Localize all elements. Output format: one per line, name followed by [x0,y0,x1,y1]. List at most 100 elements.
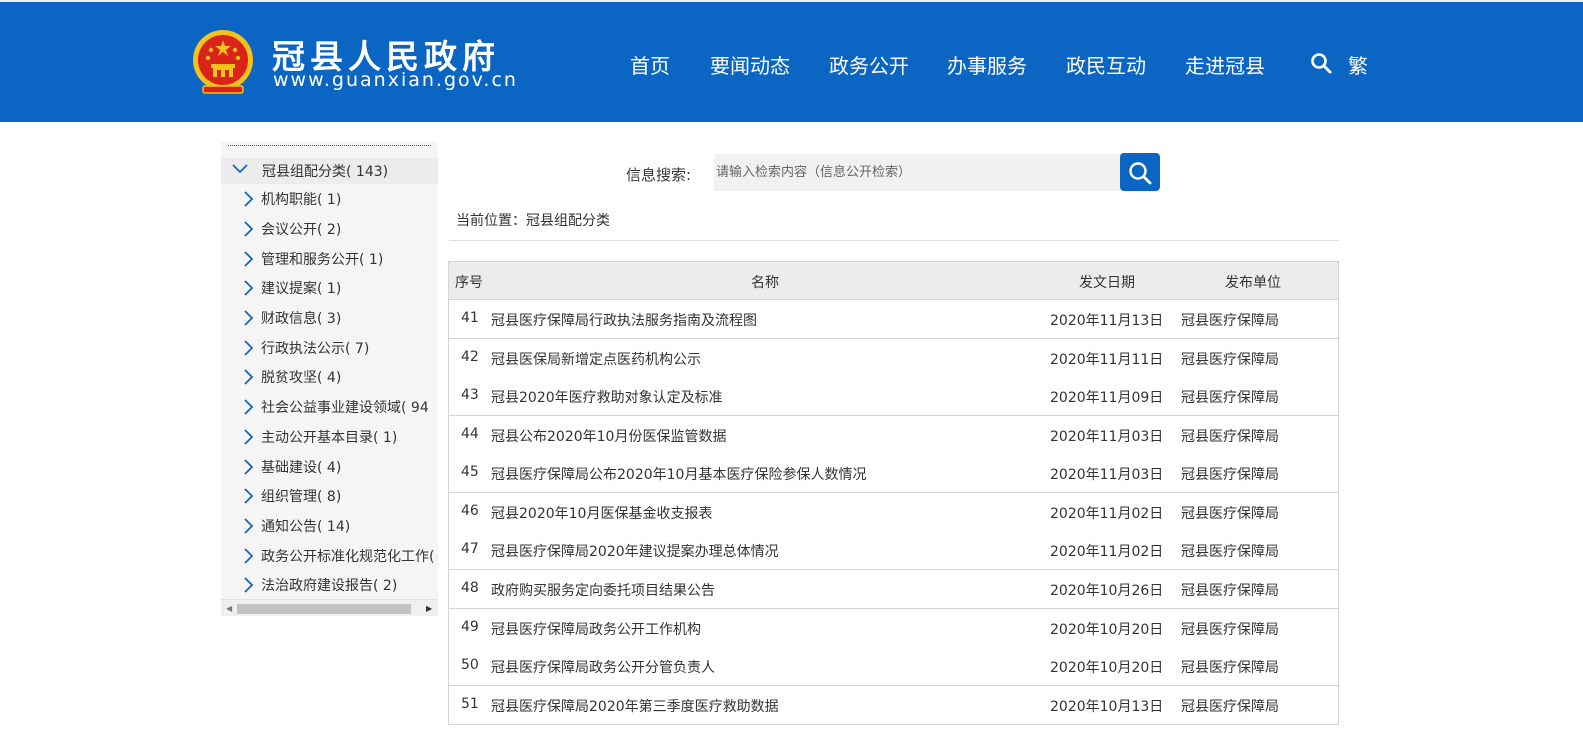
row-seq: 49 [461,619,479,635]
chevron-right-icon [244,399,254,415]
row-unit: 冠县医疗保障局 [1181,390,1279,406]
table-row[interactable]: 51 冠县医疗保障局2020年第三季度医疗救助数据 2020年10月13日 冠县… [448,686,1339,725]
header-unit: 发布单位 [1225,275,1281,291]
nav-gov-affairs[interactable]: 政务公开 [829,50,909,79]
tree-item[interactable]: 法治政府建设报告( 2) [221,572,438,598]
chevron-right-icon [244,518,254,534]
chevron-right-icon [244,548,254,564]
tree-item[interactable]: 脱贫攻坚( 4) [221,364,438,390]
row-title-link[interactable]: 冠县医疗保障局公布2020年10月基本医疗保险参保人数情况 [491,464,866,484]
header-date: 发文日期 [1079,275,1135,291]
tree-item-label: 通知公告( 14) [261,519,351,535]
table-row[interactable]: 41 冠县医疗保障局行政执法服务指南及流程图 2020年11月13日 冠县医疗保… [448,300,1339,339]
scrollbar-thumb[interactable] [237,604,411,614]
row-title-link[interactable]: 政府购买服务定向委托项目结果公告 [491,580,715,600]
tree-item[interactable]: 行政执法公示( 7) [221,335,438,361]
info-search-button[interactable] [1120,153,1160,191]
table-row[interactable]: 50 冠县医疗保障局政务公开分管负责人 2020年10月20日 冠县医疗保障局 [448,647,1339,686]
row-unit: 冠县医疗保障局 [1181,429,1279,445]
tree-item-label: 会议公开( 2) [261,222,342,238]
row-seq: 48 [461,580,479,596]
tree-item-label: 机构职能( 1) [261,192,342,208]
category-tree: 冠县组配分类( 143) 机构职能( 1) 会议公开( 2) 管理和服务公开( … [221,142,438,616]
table-row[interactable]: 43 冠县2020年医疗救助对象认定及标准 2020年11月09日 冠县医疗保障… [448,377,1339,416]
tree-item[interactable]: 主动公开基本目录( 1) [221,424,438,450]
row-title-link[interactable]: 冠县2020年10月医保基金收支报表 [491,503,712,523]
row-seq: 42 [461,349,479,365]
row-title-link[interactable]: 冠县医疗保障局2020年建议提案办理总体情况 [491,541,779,561]
tree-item-label: 主动公开基本目录( 1) [261,430,398,446]
nav-home[interactable]: 首页 [630,50,670,79]
row-date: 2020年10月13日 [1050,699,1164,715]
chevron-right-icon [244,340,254,356]
nav-news[interactable]: 要闻动态 [710,50,790,79]
national-emblem-icon[interactable] [191,28,255,98]
info-search-input[interactable] [714,154,1121,191]
tree-item-label: 组织管理( 8) [261,489,342,505]
tree-item-label: 政务公开标准化规范化工作( [261,549,435,565]
divider [449,240,1339,241]
tree-item[interactable]: 社会公益事业建设领域( 94 [221,394,438,420]
search-icon[interactable] [1310,52,1332,74]
chevron-right-icon [244,280,254,296]
row-title-link[interactable]: 冠县医疗保障局行政执法服务指南及流程图 [491,310,757,330]
tree-item[interactable]: 政务公开标准化规范化工作( [221,543,438,569]
header-seq: 序号 [455,275,483,291]
tree-item[interactable]: 通知公告( 14) [221,513,438,539]
tree-item[interactable]: 建议提案( 1) [221,275,438,301]
row-date: 2020年11月13日 [1050,313,1164,329]
row-unit: 冠县医疗保障局 [1181,699,1279,715]
tree-item[interactable]: 会议公开( 2) [221,216,438,242]
divider [228,145,431,146]
row-seq: 41 [461,310,479,326]
row-title-link[interactable]: 冠县医疗保障局2020年第三季度医疗救助数据 [491,696,779,716]
row-unit: 冠县医疗保障局 [1181,583,1279,599]
table-row[interactable]: 46 冠县2020年10月医保基金收支报表 2020年11月02日 冠县医疗保障… [448,493,1339,532]
tree-item[interactable]: 管理和服务公开( 1) [221,246,438,272]
scroll-left-arrow-icon[interactable]: ◀ [226,604,232,613]
row-title-link[interactable]: 冠县医疗保障局政务公开分管负责人 [491,657,715,677]
horizontal-scrollbar[interactable]: ◀ ▶ [221,599,438,616]
row-seq: 50 [461,657,479,673]
chevron-right-icon [244,459,254,475]
header-title: 名称 [751,275,779,291]
row-unit: 冠县医疗保障局 [1181,544,1279,560]
tree-item[interactable]: 组织管理( 8) [221,483,438,509]
search-label: 信息搜索: [626,166,692,184]
nav-about[interactable]: 走进冠县 [1185,50,1265,79]
row-title-link[interactable]: 冠县医保局新增定点医药机构公示 [491,349,701,369]
nav-services[interactable]: 办事服务 [947,50,1027,79]
chevron-right-icon [244,221,254,237]
tree-item[interactable]: 机构职能( 1) [221,186,438,212]
tree-item-label: 管理和服务公开( 1) [261,252,384,268]
tree-item-label: 脱贫攻坚( 4) [261,370,342,386]
row-title-link[interactable]: 冠县2020年医疗救助对象认定及标准 [491,387,723,407]
tree-root[interactable]: 冠县组配分类( 143) [221,158,438,184]
row-seq: 51 [461,696,479,712]
row-title-link[interactable]: 冠县公布2020年10月份医保监管数据 [491,426,726,446]
chevron-down-icon[interactable] [232,164,248,174]
tree-item-label: 建议提案( 1) [261,281,342,297]
table-row[interactable]: 42 冠县医保局新增定点医药机构公示 2020年11月11日 冠县医疗保障局 [448,339,1339,378]
table-row[interactable]: 47 冠县医疗保障局2020年建议提案办理总体情况 2020年11月02日 冠县… [448,531,1339,570]
chevron-right-icon [244,429,254,445]
table-row[interactable]: 48 政府购买服务定向委托项目结果公告 2020年10月26日 冠县医疗保障局 [448,570,1339,609]
table-row[interactable]: 49 冠县医疗保障局政务公开工作机构 2020年10月20日 冠县医疗保障局 [448,609,1339,648]
tree-item[interactable]: 财政信息( 3) [221,305,438,331]
scroll-right-arrow-icon[interactable]: ▶ [426,604,432,613]
row-title-link[interactable]: 冠县医疗保障局政务公开工作机构 [491,619,701,639]
breadcrumb: 当前位置：冠县组配分类 [456,213,610,229]
row-seq: 47 [461,541,479,557]
row-unit: 冠县医疗保障局 [1181,313,1279,329]
traditional-chinese-toggle[interactable]: 繁 [1348,50,1368,79]
tree-item-label: 社会公益事业建设领域( 94 [261,400,429,416]
nav-interaction[interactable]: 政民互动 [1066,50,1146,79]
row-unit: 冠县医疗保障局 [1181,506,1279,522]
site-url[interactable]: www.guanxian.gov.cn [273,69,518,91]
row-unit: 冠县医疗保障局 [1181,352,1279,368]
tree-item-label: 行政执法公示( 7) [261,341,370,357]
table-row[interactable]: 44 冠县公布2020年10月份医保监管数据 2020年11月03日 冠县医疗保… [448,416,1339,455]
chevron-right-icon [244,577,254,593]
tree-item[interactable]: 基础建设( 4) [221,454,438,480]
table-row[interactable]: 45 冠县医疗保障局公布2020年10月基本医疗保险参保人数情况 2020年11… [448,454,1339,493]
